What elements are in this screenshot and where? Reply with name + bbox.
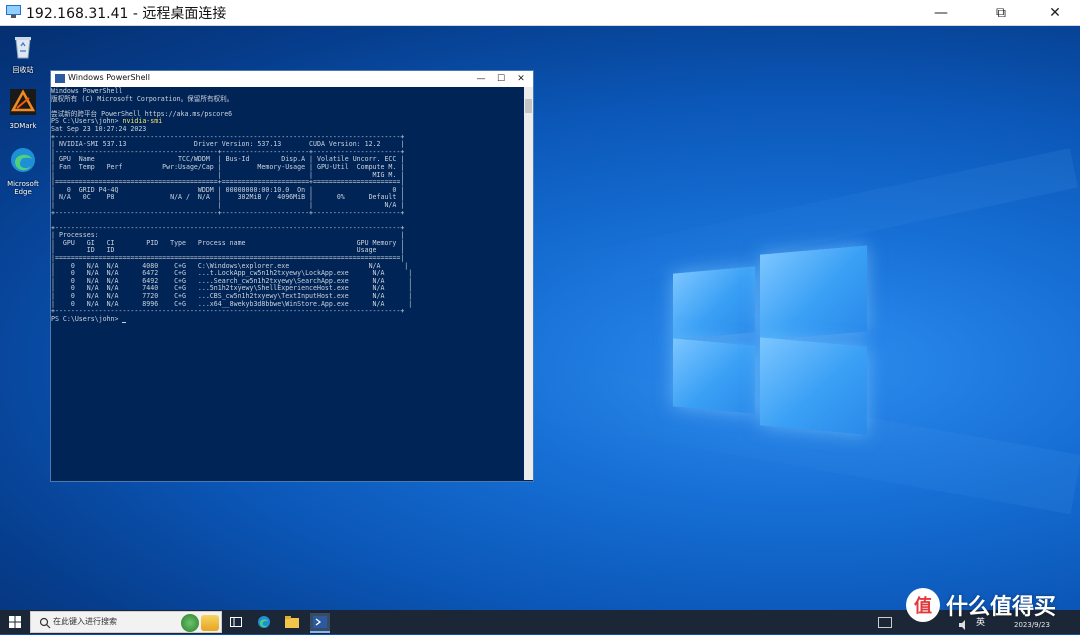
taskbar-search-box[interactable]: 在此键入进行搜索 (30, 611, 222, 633)
powershell-title-bar[interactable]: Windows PowerShell — ☐ ✕ (51, 71, 533, 87)
console-scrollbar[interactable] (524, 87, 533, 480)
rdp-restore-button[interactable]: ⧉ (978, 0, 1024, 25)
desktop-icon-recycle-bin[interactable]: 回收站 (3, 32, 43, 74)
desktop-icon-3dmark[interactable]: 3DMark (3, 88, 43, 130)
desktop-icon-label: 3DMark (9, 122, 37, 130)
logo-pane (760, 337, 867, 435)
watermark-text: 什么值得买 (946, 595, 1057, 620)
text-cursor (122, 322, 127, 324)
weather-globe-icon[interactable] (181, 614, 199, 632)
windows-start-icon (9, 616, 21, 628)
scrollbar-thumb[interactable] (525, 99, 532, 113)
close-icon: ✕ (1049, 4, 1061, 21)
ps-close-button[interactable]: ✕ (511, 72, 531, 86)
restore-icon: ⧉ (996, 4, 1006, 21)
nvidia-smi-output: Sat Sep 23 10:27:24 2023 +--------------… (51, 124, 413, 316)
logo-pane (673, 266, 755, 340)
rdp-minimize-button[interactable]: — (918, 0, 964, 25)
task-view-icon (230, 617, 242, 627)
powershell-window-title: Windows PowerShell (68, 73, 150, 82)
ps-minimize-button[interactable]: — (471, 72, 491, 86)
desktop-icon-label: 回收站 (12, 66, 34, 74)
edge-icon (258, 616, 270, 628)
ps-maximize-button[interactable]: ☐ (491, 72, 511, 86)
desktop-icon-edge[interactable]: Microsoft Edge (3, 146, 43, 196)
taskbar-edge-button[interactable] (254, 613, 274, 631)
rdp-title-bar: 192.168.31.41 - 远程桌面连接 — ⧉ ✕ (0, 0, 1080, 26)
maximize-icon: ☐ (496, 74, 506, 84)
taskbar-powershell-button[interactable] (310, 613, 330, 633)
rdp-close-button[interactable]: ✕ (1032, 0, 1078, 25)
logo-pane (760, 245, 867, 341)
search-placeholder: 在此键入进行搜索 (53, 617, 117, 626)
logo-pane (673, 338, 755, 414)
console-header-text: Windows PowerShell 版权所有 (C) Microsoft Co… (51, 87, 234, 118)
tray-keyboard-icon[interactable] (878, 617, 892, 628)
desktop-icon-label: Microsoft Edge (7, 180, 39, 196)
powershell-icon (313, 616, 327, 628)
3dmark-icon (10, 89, 36, 115)
start-button[interactable] (4, 613, 26, 631)
tray-date[interactable]: 2023/9/23 (1014, 621, 1050, 629)
minimize-icon: — (934, 4, 948, 21)
rdp-window-title: 192.168.31.41 - 远程桌面连接 (26, 6, 227, 22)
remote-desktop: 回收站 3DMark Microsoft Edge Windows PowerS… (0, 26, 1080, 610)
taskbar-file-explorer-button[interactable] (282, 613, 302, 631)
final-prompt-line: PS C:\Users\john> (51, 314, 523, 324)
powershell-window[interactable]: Windows PowerShell — ☐ ✕ Windows PowerSh… (50, 70, 534, 482)
minimize-icon: — (476, 74, 486, 84)
watermark-logo-icon: 值 (906, 588, 940, 622)
edge-icon (11, 148, 35, 172)
task-view-button[interactable] (226, 613, 246, 631)
powershell-console[interactable]: Windows PowerShell 版权所有 (C) Microsoft Co… (51, 87, 523, 480)
news-widget-icon[interactable] (201, 615, 219, 631)
recycle-bin-icon (15, 37, 31, 59)
remote-desktop-icon (6, 5, 21, 18)
prompt-text: PS C:\Users\john> (51, 314, 123, 323)
file-explorer-icon (285, 616, 299, 628)
close-icon: ✕ (517, 74, 525, 84)
powershell-icon (55, 74, 65, 83)
watermark: 值 什么值得买 (906, 588, 1056, 622)
search-icon (39, 617, 51, 629)
watermark-logo-glyph: 值 (914, 596, 932, 617)
